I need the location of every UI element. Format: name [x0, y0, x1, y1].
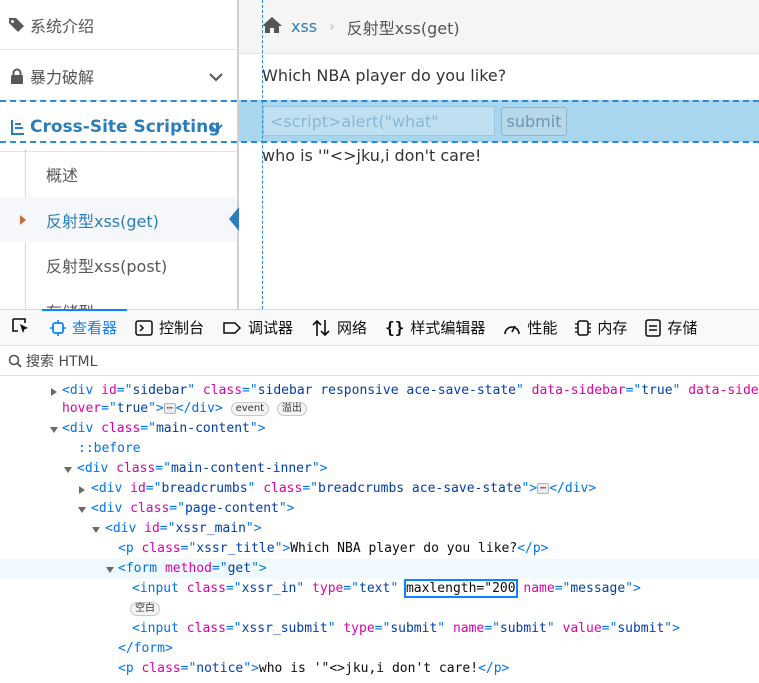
tab-memory[interactable]: 内存	[567, 310, 637, 346]
markup-line[interactable]: 空白	[0, 599, 759, 619]
submenu-item-label: 概述	[46, 165, 79, 185]
collapse-arrow-icon[interactable]	[106, 567, 114, 573]
markup-line[interactable]: hover="true"> ⋯ </div> event 溢出	[0, 399, 759, 419]
tab-debugger[interactable]: 调试器	[214, 310, 303, 346]
expand-arrow-icon[interactable]	[51, 388, 57, 396]
picker-icon	[11, 317, 31, 339]
search-input-placeholder: 搜索 HTML	[26, 353, 98, 370]
collapse-arrow-icon[interactable]	[64, 467, 72, 473]
tab-label: 控制台	[159, 319, 205, 337]
sidebar-item-bruteforce[interactable]: 暴力破解	[0, 51, 237, 101]
submenu-item-overview[interactable]: 概述	[0, 151, 237, 196]
sidebar-item-xss[interactable]: Cross-Site Scripting	[0, 102, 237, 152]
breadcrumb-current: 反射型xss(get)	[346, 18, 460, 38]
collapsed-ellipsis[interactable]: ⋯	[537, 483, 550, 494]
event-badge[interactable]: event	[230, 401, 270, 416]
storage-icon	[645, 318, 662, 337]
chevron-right-icon: ›	[329, 18, 335, 35]
collapse-arrow-icon[interactable]	[50, 427, 58, 433]
element-picker-button[interactable]	[0, 310, 42, 346]
tab-storage[interactable]: 存储	[637, 310, 707, 346]
tab-label: 存储	[667, 319, 698, 337]
search-icon	[8, 354, 22, 368]
home-icon[interactable]	[261, 16, 283, 38]
collapse-arrow-icon[interactable]	[78, 507, 86, 513]
page-title: Which NBA player do you like?	[262, 66, 507, 85]
performance-icon	[503, 320, 521, 336]
tab-console[interactable]: 控制台	[127, 310, 214, 346]
expand-arrow-icon[interactable]	[79, 486, 85, 494]
sidebar-item-intro[interactable]: 系统介绍	[0, 0, 237, 50]
tab-label: 样式编辑器	[410, 319, 486, 337]
tab-label: 内存	[597, 319, 628, 337]
chevron-down-icon	[209, 67, 223, 86]
submenu-item-label: 反射型xss(post)	[46, 256, 168, 276]
tab-label: 调试器	[248, 319, 294, 337]
notice-text: who is '"<>jku,i don't care!	[262, 146, 482, 165]
breadcrumb-link[interactable]: xss	[291, 17, 317, 36]
submenu-item-reflected-post[interactable]: 反射型xss(post)	[0, 242, 237, 287]
submenu-item-reflected-get[interactable]: 反射型xss(get)	[0, 197, 239, 242]
tags-icon	[8, 17, 26, 33]
markup-line[interactable]: <div class="main-content-inner">	[0, 459, 759, 479]
tab-inspector[interactable]: 查看器	[42, 308, 128, 346]
collapse-arrow-icon[interactable]	[92, 527, 100, 533]
memory-icon	[575, 319, 592, 337]
markup-line[interactable]: <input class="xssr_submit" type="submit"…	[0, 619, 759, 639]
markup-line[interactable]: <input class="xssr_in" type="text" maxle…	[0, 579, 759, 599]
submit-button[interactable]: submit	[501, 107, 567, 136]
markup-line[interactable]: <div class="page-content">	[0, 499, 759, 519]
chevron-down-icon	[209, 118, 223, 138]
whitespace-badge[interactable]: 空白	[130, 601, 160, 616]
tab-network[interactable]: 网络	[303, 310, 377, 346]
submenu-item-label: 存储型xss	[46, 299, 120, 310]
markup-line[interactable]: <p class="xssr_title">Which NBA player d…	[0, 539, 759, 559]
tab-label: 查看器	[72, 319, 118, 337]
active-indicator	[229, 207, 239, 231]
sidebar-item-label: 暴力破解	[30, 67, 95, 87]
breadcrumb: xss › 反射型xss(get)	[239, 0, 759, 54]
markup-line[interactable]: <form method="get">	[0, 559, 759, 579]
highlight-guide-top	[0, 100, 759, 102]
tab-label: 性能	[527, 319, 558, 337]
markup-line[interactable]: <div id="xssr_main">	[0, 519, 759, 539]
tab-label: 网络	[337, 319, 368, 337]
markup-line[interactable]: ::before	[0, 439, 759, 459]
submenu-item-label: 反射型xss(get)	[46, 211, 159, 231]
tab-style-editor[interactable]: {} 样式编辑器	[377, 310, 495, 346]
sidebar-item-label: Cross-Site Scripting	[30, 116, 221, 137]
markup-line[interactable]: </form>	[0, 639, 759, 659]
debugger-icon	[222, 321, 242, 335]
markup-view: <div id="sidebar" class="sidebar respons…	[0, 376, 759, 683]
inspector-icon	[50, 319, 66, 336]
style-editor-icon: {}	[385, 318, 405, 337]
sidebar-item-label: 系统介绍	[30, 16, 95, 36]
markup-line[interactable]: <p class="notice">who is '"<>jku,i don't…	[0, 659, 759, 679]
markup-line[interactable]: <div id="breadcrumbs" class="breadcrumbs…	[0, 479, 759, 499]
sidebar: 系统介绍 暴力破解 Cross-Site Scripting 概述 反射型xss…	[0, 0, 239, 309]
page-viewport: 系统介绍 暴力破解 Cross-Site Scripting 概述 反射型xss…	[0, 0, 759, 309]
message-input[interactable]	[263, 106, 495, 136]
caret-right-icon	[20, 215, 26, 225]
attribute-editor[interactable]: maxlength="200	[403, 579, 518, 598]
collapsed-ellipsis[interactable]: ⋯	[163, 403, 176, 414]
overflow-badge[interactable]: 溢出	[276, 401, 307, 416]
tab-performance[interactable]: 性能	[495, 310, 567, 346]
console-icon	[135, 319, 153, 336]
devtools-toolbar: 查看器 控制台 调试器 网络 {} 样式编辑器 性能 内存 存储	[0, 308, 759, 346]
markup-text-title: Which NBA player do you like?	[290, 541, 518, 556]
lock-icon	[8, 68, 26, 84]
network-icon	[311, 319, 331, 337]
markup-line[interactable]: <div id="sidebar" class="sidebar respons…	[0, 381, 759, 401]
list-icon	[8, 119, 26, 135]
markup-line[interactable]: <div class="main-content">	[0, 419, 759, 439]
submenu-item-stored[interactable]: 存储型xss	[0, 288, 237, 310]
html-search-bar[interactable]: 搜索 HTML	[0, 346, 759, 376]
highlight-guide-bottom	[0, 141, 759, 143]
